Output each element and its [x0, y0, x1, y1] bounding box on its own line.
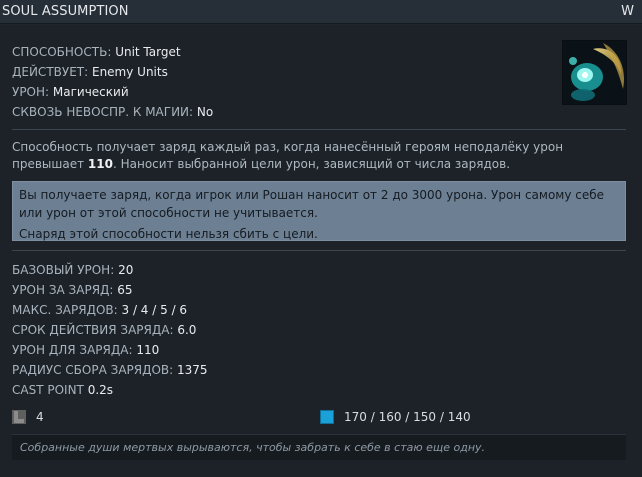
- ability-info-list: СПОСОБНОСТЬ: Unit Target ДЕЙСТВУЕТ: Enem…: [12, 42, 213, 122]
- ability-value-row: УРОН ЗА ЗАРЯД: 65: [12, 280, 208, 300]
- ability-info-key: ДЕЙСТВУЕТ:: [12, 65, 89, 79]
- cooldown-icon: [12, 410, 26, 424]
- ability-value-row: CAST POINT 0.2s: [12, 380, 208, 400]
- ability-description: Способность получает заряд каждый раз, к…: [12, 139, 630, 173]
- ability-value-number: 1375: [177, 363, 208, 377]
- section-divider: [12, 250, 626, 251]
- ability-value-key: CAST POINT: [12, 383, 84, 397]
- ability-info-key: СПОСОБНОСТЬ:: [12, 45, 112, 59]
- soul-assumption-ability-icon: [562, 40, 627, 105]
- ability-value-key: МАКС. ЗАРЯДОВ:: [12, 303, 118, 317]
- ability-value-key: УРОН ДЛЯ ЗАРЯДА:: [12, 343, 133, 357]
- soul-assumption-icon-art: [563, 41, 626, 104]
- ability-note-box: Вы получаете заряд, когда игрок или Роша…: [12, 181, 626, 241]
- ability-value-key: РАДИУС СБОРА ЗАРЯДОВ:: [12, 363, 174, 377]
- ability-info-value: Магический: [52, 85, 129, 99]
- ability-info-key: СКВОЗЬ НЕВОСПР. К МАГИИ:: [12, 105, 194, 119]
- cooldown-value: 4: [36, 410, 44, 424]
- ability-value-number: 20: [118, 263, 134, 277]
- ability-info-value: No: [196, 105, 214, 119]
- ability-value-row: РАДИУС СБОРА ЗАРЯДОВ: 1375: [12, 360, 208, 380]
- ability-info-row: УРОН: Магический: [12, 82, 213, 102]
- ability-value-key: БАЗОВЫЙ УРОН:: [12, 263, 115, 277]
- ability-value-row: МАКС. ЗАРЯДОВ: 3 / 4 / 5 / 6: [12, 300, 208, 320]
- cooldown-cost: 4: [12, 407, 44, 427]
- ability-info-key: УРОН:: [12, 85, 50, 99]
- description-highlight-value: 110: [87, 157, 113, 171]
- ability-note-line: Снаряд этой способности нельзя сбить с ц…: [19, 227, 318, 241]
- ability-info-row: СКВОЗЬ НЕВОСПР. К МАГИИ: No: [12, 102, 213, 122]
- ability-value-number: 3 / 4 / 5 / 6: [121, 303, 188, 317]
- ability-tooltip-panel: СПОСОБНОСТЬ: Unit Target ДЕЙСТВУЕТ: Enem…: [0, 25, 642, 477]
- ability-info-row: ДЕЙСТВУЕТ: Enemy Units: [12, 62, 213, 82]
- ability-value-number: 0.2s: [87, 383, 114, 397]
- ability-value-row: БАЗОВЫЙ УРОН: 20: [12, 260, 208, 280]
- ability-hotkey: W: [621, 4, 634, 19]
- ability-value-number: 110: [136, 343, 160, 357]
- ability-values-list: БАЗОВЫЙ УРОН: 20 УРОН ЗА ЗАРЯД: 65 МАКС.…: [12, 260, 208, 400]
- ability-title: SOUL ASSUMPTION: [2, 4, 129, 19]
- ability-note-line: Вы получаете заряд, когда игрок или Роша…: [19, 188, 605, 220]
- mana-cost: 170 / 160 / 150 / 140: [320, 407, 471, 427]
- mana-cost-value: 170 / 160 / 150 / 140: [344, 410, 471, 424]
- description-text-after: . Наносит выбранной цели урон, зависящий…: [112, 157, 511, 171]
- ability-header: SOUL ASSUMPTION W: [0, 0, 642, 24]
- ability-value-row: СРОК ДЕЙСТВИЯ ЗАРЯДА: 6.0: [12, 320, 208, 340]
- ability-value-row: УРОН ДЛЯ ЗАРЯДА: 110: [12, 340, 208, 360]
- ability-lore: Собранные души мертвых вырываются, чтобы…: [12, 434, 626, 460]
- ability-value-number: 6.0: [177, 323, 197, 337]
- section-divider: [12, 129, 626, 130]
- ability-costs: 4 170 / 160 / 150 / 140: [12, 407, 626, 427]
- ability-value-key: СРОК ДЕЙСТВИЯ ЗАРЯДА:: [12, 323, 174, 337]
- ability-value-number: 65: [117, 283, 133, 297]
- ability-info-value: Enemy Units: [91, 65, 168, 79]
- ability-value-key: УРОН ЗА ЗАРЯД:: [12, 283, 114, 297]
- ability-info-value: Unit Target: [115, 45, 181, 59]
- mana-icon: [320, 410, 334, 424]
- ability-info-row: СПОСОБНОСТЬ: Unit Target: [12, 42, 213, 62]
